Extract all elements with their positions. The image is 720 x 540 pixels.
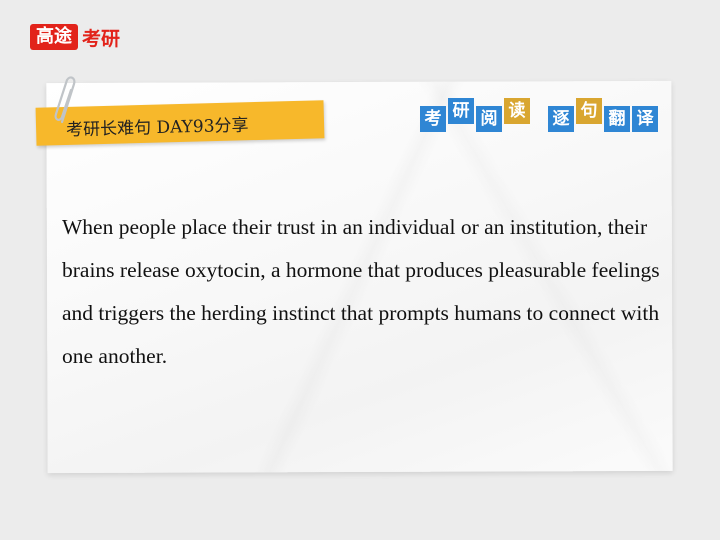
badge-char: 阅 [476, 106, 502, 132]
logo-text: 考研 [82, 27, 121, 50]
tag-label: 考研长难句 DAY93分享 [65, 115, 249, 141]
brand-logo: 高途 考研 [30, 23, 120, 51]
sentence-text: When people place their trust in an indi… [62, 215, 660, 368]
badge-char: 翻 [604, 106, 630, 132]
badge-char: 研 [448, 98, 474, 124]
badge-group: 考 研 阅 读 逐 句 翻 译 [420, 98, 660, 132]
logo-box-text: 高途 [30, 24, 78, 50]
badge-char: 句 [576, 98, 602, 124]
badge-char: 逐 [548, 106, 574, 132]
badge-char: 考 [420, 106, 446, 132]
badge-char: 译 [632, 106, 658, 132]
paperclip-icon [54, 76, 76, 124]
badge-char: 读 [504, 98, 530, 124]
